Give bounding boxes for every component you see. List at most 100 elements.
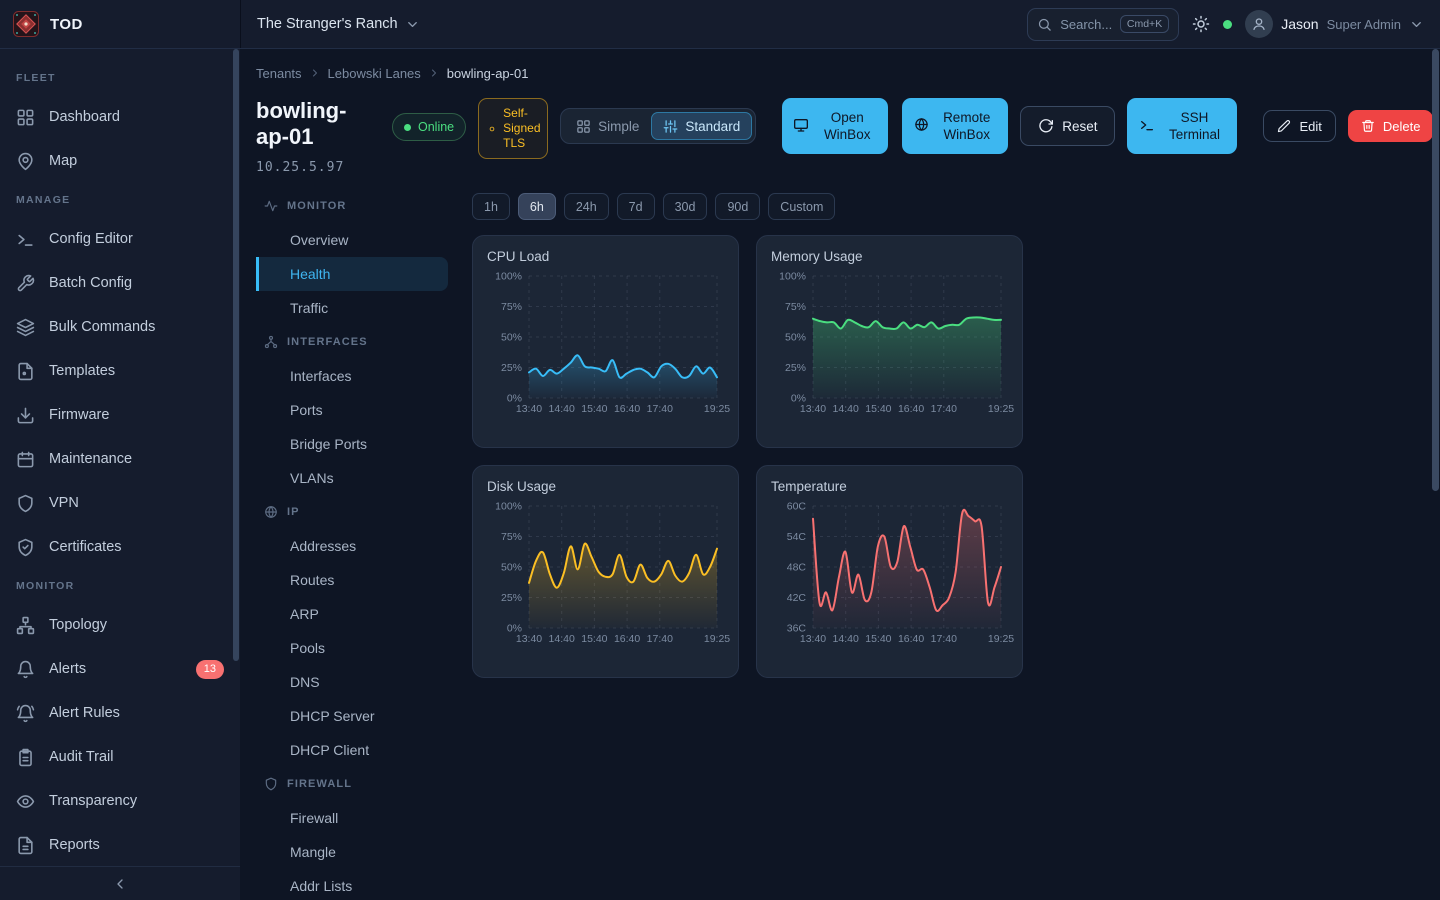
svg-text:15:40: 15:40 xyxy=(581,633,607,645)
sidebar-item-topology[interactable]: Topology xyxy=(0,603,240,647)
search-shortcut-kbd: Cmd+K xyxy=(1120,15,1169,33)
device-subnav: MONITOROverviewHealthTrafficINTERFACESIn… xyxy=(256,189,448,900)
reset-button[interactable]: Reset xyxy=(1020,106,1115,146)
chevron-left-icon xyxy=(112,876,128,892)
subnav-item-health[interactable]: Health xyxy=(256,257,448,291)
svg-text:15:40: 15:40 xyxy=(581,403,607,415)
sidebar-item-firmware[interactable]: Firmware xyxy=(0,393,240,437)
svg-text:75%: 75% xyxy=(501,531,522,543)
breadcrumb-item-bowling-ap-01: bowling-ap-01 xyxy=(447,66,529,81)
svg-text:13:40: 13:40 xyxy=(516,403,542,415)
sliders-icon xyxy=(663,119,678,134)
memory-usage-plot: 0%25%50%75%100%13:4014:4015:4016:4017:40… xyxy=(771,269,1010,421)
sidebar-item-vpn[interactable]: VPN xyxy=(0,481,240,525)
sidebar-scrollbar[interactable] xyxy=(233,49,239,661)
chart-title: CPU Load xyxy=(487,249,724,264)
time-range-custom[interactable]: Custom xyxy=(768,193,835,220)
svg-text:42C: 42C xyxy=(787,592,807,604)
sidebar-item-alerts[interactable]: Alerts13 xyxy=(0,647,240,691)
svg-text:50%: 50% xyxy=(501,562,522,574)
time-range-6h[interactable]: 6h xyxy=(518,193,556,220)
user-menu[interactable]: Jason Super Admin xyxy=(1245,10,1424,38)
topbar: TOD The Stranger's Ranch Cmd+K Jason Sup… xyxy=(0,0,1440,49)
temperature-plot: 36C42C48C54C60C13:4014:4015:4016:4017:40… xyxy=(771,499,1010,651)
sidebar-item-bulk-commands[interactable]: Bulk Commands xyxy=(0,305,240,349)
time-range-90d[interactable]: 90d xyxy=(715,193,760,220)
circle-icon xyxy=(487,124,497,134)
svg-text:50%: 50% xyxy=(501,332,522,344)
time-range-24h[interactable]: 24h xyxy=(564,193,609,220)
svg-text:13:40: 13:40 xyxy=(800,403,826,415)
svg-text:16:40: 16:40 xyxy=(614,403,640,415)
subnav-item-dns[interactable]: DNS xyxy=(256,665,448,699)
time-range-30d[interactable]: 30d xyxy=(663,193,708,220)
subnav-item-routes[interactable]: Routes xyxy=(256,563,448,597)
subnav-item-interfaces[interactable]: Interfaces xyxy=(256,359,448,393)
tenant-selector[interactable]: The Stranger's Ranch xyxy=(257,16,420,32)
monitor-icon xyxy=(793,117,809,136)
chart-card-disk-usage: Disk Usage0%25%50%75%100%13:4014:4015:40… xyxy=(472,465,739,678)
view-mode-standard[interactable]: Standard xyxy=(651,112,752,140)
subnav-item-mangle[interactable]: Mangle xyxy=(256,835,448,869)
sidebar-item-batch-config[interactable]: Batch Config xyxy=(0,261,240,305)
grid-icon xyxy=(576,119,591,134)
sidebar-item-transparency[interactable]: Transparency xyxy=(0,779,240,823)
breadcrumb-item-tenants[interactable]: Tenants xyxy=(256,66,302,81)
svg-text:13:40: 13:40 xyxy=(800,633,826,645)
online-dot-icon xyxy=(404,124,411,131)
ssh-terminal-button[interactable]: SSH Terminal xyxy=(1127,98,1237,154)
subnav-item-overview[interactable]: Overview xyxy=(256,223,448,257)
theme-toggle-button[interactable] xyxy=(1192,15,1210,33)
clipboard-icon xyxy=(16,748,35,767)
subnav-item-vlans[interactable]: VLANs xyxy=(256,461,448,495)
sidebar-item-certificates[interactable]: Certificates xyxy=(0,525,240,569)
subnav-item-dhcp-server[interactable]: DHCP Server xyxy=(256,699,448,733)
sidebar-section-fleet: FLEET xyxy=(0,61,240,95)
chart-title: Disk Usage xyxy=(487,479,724,494)
dashboard-icon xyxy=(16,108,35,127)
svg-text:16:40: 16:40 xyxy=(898,633,924,645)
subnav-item-arp[interactable]: ARP xyxy=(256,597,448,631)
sidebar-item-dashboard[interactable]: Dashboard xyxy=(0,95,240,139)
status-badge: Online xyxy=(392,113,466,141)
svg-text:75%: 75% xyxy=(501,301,522,313)
file-text-icon xyxy=(16,836,35,855)
sidebar-item-config-editor[interactable]: Config Editor xyxy=(0,217,240,261)
subnav-item-addresses[interactable]: Addresses xyxy=(256,529,448,563)
edit-button[interactable]: Edit xyxy=(1263,110,1335,142)
subnav-item-pools[interactable]: Pools xyxy=(256,631,448,665)
sidebar-item-reports[interactable]: Reports xyxy=(0,823,240,866)
subnav-item-ports[interactable]: Ports xyxy=(256,393,448,427)
sidebar-item-templates[interactable]: Templates xyxy=(0,349,240,393)
subnav-item-traffic[interactable]: Traffic xyxy=(256,291,448,325)
subnav-item-firewall[interactable]: Firewall xyxy=(256,801,448,835)
subnav-item-addr-lists[interactable]: Addr Lists xyxy=(256,869,448,900)
view-mode-simple[interactable]: Simple xyxy=(564,112,651,140)
open-winbox-button[interactable]: Open WinBox xyxy=(782,98,888,154)
tls-badge: Self-Signed TLS xyxy=(478,98,548,159)
avatar xyxy=(1245,10,1273,38)
svg-text:13:40: 13:40 xyxy=(516,633,542,645)
sidebar-item-maintenance[interactable]: Maintenance xyxy=(0,437,240,481)
time-range-7d[interactable]: 7d xyxy=(617,193,655,220)
breadcrumb-item-lebowski-lanes[interactable]: Lebowski Lanes xyxy=(328,66,421,81)
main-scrollbar[interactable] xyxy=(1432,49,1439,491)
svg-text:100%: 100% xyxy=(495,501,522,513)
search-box[interactable]: Cmd+K xyxy=(1027,8,1179,41)
chart-card-memory-usage: Memory Usage0%25%50%75%100%13:4014:4015:… xyxy=(756,235,1023,448)
sidebar-item-map[interactable]: Map xyxy=(0,139,240,183)
sidebar-collapse-button[interactable] xyxy=(0,866,240,900)
delete-button[interactable]: Delete xyxy=(1348,110,1434,142)
sidebar-item-audit-trail[interactable]: Audit Trail xyxy=(0,735,240,779)
svg-text:75%: 75% xyxy=(785,301,806,313)
remote-winbox-button[interactable]: Remote WinBox xyxy=(902,98,1008,154)
chart-title: Memory Usage xyxy=(771,249,1008,264)
subnav-item-bridge-ports[interactable]: Bridge Ports xyxy=(256,427,448,461)
svg-text:14:40: 14:40 xyxy=(549,403,575,415)
svg-text:100%: 100% xyxy=(779,271,806,283)
svg-text:100%: 100% xyxy=(495,271,522,283)
time-range-1h[interactable]: 1h xyxy=(472,193,510,220)
sidebar-item-alert-rules[interactable]: Alert Rules xyxy=(0,691,240,735)
subnav-item-dhcp-client[interactable]: DHCP Client xyxy=(256,733,448,767)
search-input[interactable] xyxy=(1060,17,1112,32)
